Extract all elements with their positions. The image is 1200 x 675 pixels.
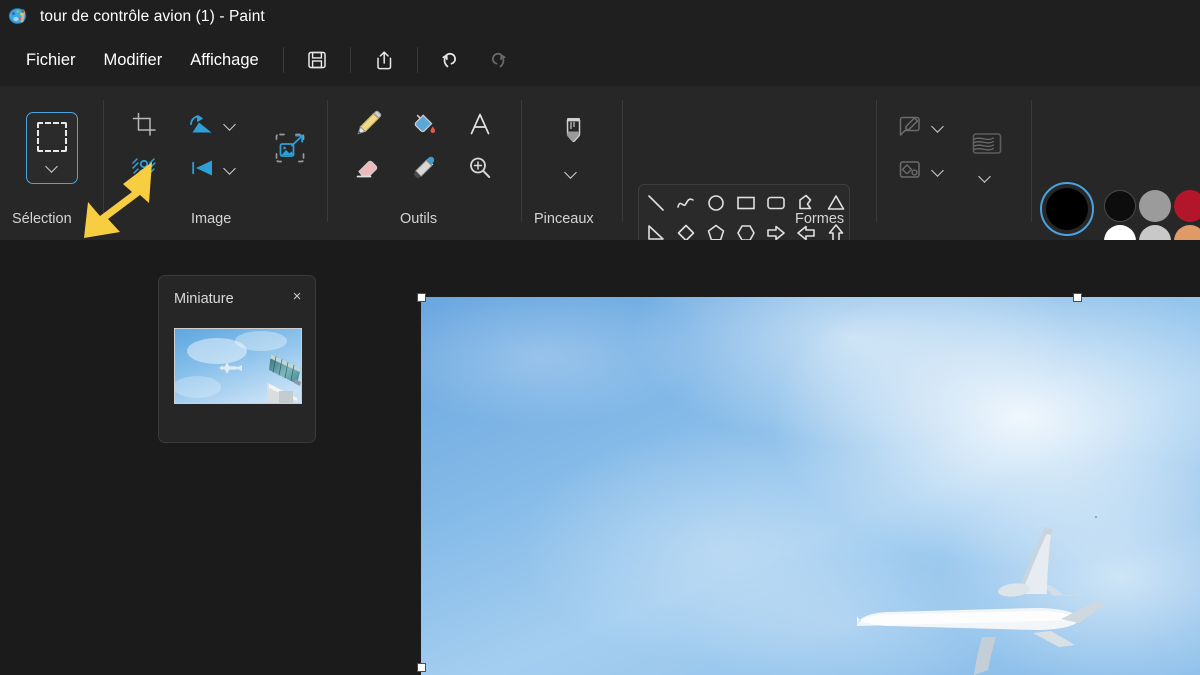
menu-divider-2: [350, 47, 351, 73]
primary-color-swatch[interactable]: [1046, 188, 1088, 230]
floppy-disk-icon: [306, 49, 328, 71]
paint-bucket-icon: [410, 110, 438, 138]
curve-shape[interactable]: [671, 188, 701, 218]
undo-arrow-icon: [439, 48, 463, 72]
fill-dropdown-chevron-icon[interactable]: [932, 164, 946, 178]
flip-dropdown-chevron-icon[interactable]: [224, 162, 238, 176]
share-icon: [373, 49, 395, 71]
oval-shape[interactable]: [701, 188, 731, 218]
handle-bottom-left[interactable]: [417, 663, 426, 672]
share-button[interactable]: [364, 43, 404, 77]
rotate-button[interactable]: [182, 104, 222, 144]
selection-rectangle-button[interactable]: [26, 112, 78, 184]
flip-button[interactable]: [182, 148, 222, 188]
flip-icon: [188, 154, 216, 182]
undo-button[interactable]: [431, 43, 471, 77]
handle-top-center[interactable]: [1073, 293, 1082, 302]
ribbon-toolbar: Sélection: [0, 86, 1200, 240]
group-image-label: Image: [191, 211, 231, 227]
thumbnail-panel: Miniature ×: [158, 275, 316, 443]
brush-dropdown-chevron-icon[interactable]: [565, 166, 581, 182]
redo-button[interactable]: [477, 43, 517, 77]
ribbon-divider-2: [327, 100, 328, 222]
color-dark-red[interactable]: [1174, 190, 1200, 222]
menu-divider-1: [283, 47, 284, 73]
rectangle-shape[interactable]: [731, 188, 761, 218]
menu-modifier[interactable]: Modifier: [90, 45, 177, 76]
outline-dropdown-chevron-icon[interactable]: [932, 120, 946, 134]
thumbnail-image[interactable]: [174, 328, 302, 404]
rotate-dropdown-chevron-icon[interactable]: [224, 118, 238, 132]
layers-button[interactable]: [965, 122, 1009, 166]
group-brushes-label: Pinceaux: [534, 211, 594, 227]
redo-arrow-icon: [485, 48, 509, 72]
magnifier-plus-icon: [466, 154, 494, 182]
save-button[interactable]: [297, 43, 337, 77]
close-icon[interactable]: ×: [285, 284, 309, 308]
text-a-icon: [466, 110, 494, 138]
work-area: Miniature ×: [0, 240, 1200, 675]
ribbon-divider-5: [876, 100, 877, 222]
paint-palette-icon: [8, 6, 30, 28]
group-shapes-label: Formes: [795, 211, 844, 227]
sky-speck: [1095, 516, 1097, 518]
rotate-icon: [188, 110, 216, 138]
crop-button[interactable]: [124, 104, 164, 144]
outline-style-button[interactable]: [890, 106, 930, 146]
paint-window: tour de contrôle avion (1) - Paint Fichi…: [0, 0, 1200, 675]
window-title: tour de contrôle avion (1) - Paint: [40, 8, 265, 26]
ribbon-divider-4: [622, 100, 623, 222]
brush-marker-button[interactable]: [552, 108, 594, 160]
fill-tool[interactable]: [404, 104, 444, 144]
eyedropper-icon: [410, 154, 438, 182]
eraser-tool[interactable]: [348, 148, 388, 188]
yellow-pointer-arrow: [84, 160, 159, 250]
resize-image-icon: [273, 131, 307, 165]
image-canvas[interactable]: [421, 297, 1200, 675]
chevron-down-icon[interactable]: [46, 160, 58, 172]
group-tools-label: Outils: [400, 211, 437, 227]
pencil-icon: [354, 110, 382, 138]
zoom-tool[interactable]: [460, 148, 500, 188]
group-selection-label: Sélection: [12, 211, 72, 227]
crop-icon: [131, 111, 157, 137]
fill-bucket-outline-icon: [896, 156, 924, 184]
title-bar: tour de contrôle avion (1) - Paint: [0, 0, 1200, 34]
menu-bar: Fichier Modifier Affichage: [0, 34, 1200, 86]
menu-fichier[interactable]: Fichier: [12, 45, 90, 76]
handle-top-left[interactable]: [417, 293, 426, 302]
resize-image-button[interactable]: [268, 126, 312, 170]
layers-dropdown-chevron-icon[interactable]: [979, 170, 995, 186]
dashed-rectangle-selection-icon: [37, 122, 67, 152]
layers-icon: [969, 128, 1005, 160]
eraser-icon: [354, 154, 382, 182]
rounded-rectangle-shape[interactable]: [761, 188, 791, 218]
color-black[interactable]: [1104, 190, 1136, 222]
marker-brush-icon: [558, 113, 588, 155]
menu-divider-3: [417, 47, 418, 73]
pencil-tool[interactable]: [348, 104, 388, 144]
thumbnail-panel-title: Miniature: [174, 291, 234, 307]
text-tool[interactable]: [460, 104, 500, 144]
menu-affichage[interactable]: Affichage: [176, 45, 273, 76]
line-shape[interactable]: [641, 188, 671, 218]
color-gray[interactable]: [1139, 190, 1171, 222]
color-picker-tool[interactable]: [404, 148, 444, 188]
fill-style-button[interactable]: [890, 150, 930, 190]
outline-pen-icon: [896, 112, 924, 140]
ribbon-divider-3: [521, 100, 522, 222]
